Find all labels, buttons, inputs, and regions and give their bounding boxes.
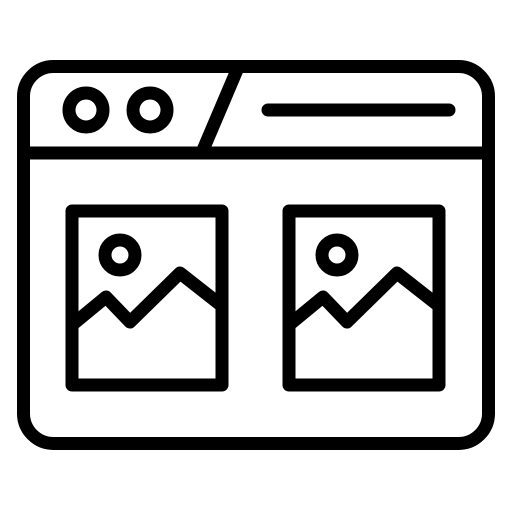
sun-icon-left bbox=[98, 233, 142, 277]
window-control-dot-1 bbox=[62, 86, 110, 134]
sun-icon-right bbox=[315, 233, 359, 277]
window-control-dot-2 bbox=[126, 86, 174, 134]
icon-canvas bbox=[0, 0, 512, 512]
image-placeholder-right bbox=[282, 204, 446, 392]
browser-window-image-gallery-icon bbox=[17, 60, 495, 450]
tab-slant-edge bbox=[196, 63, 244, 157]
image-placeholder-left bbox=[65, 204, 229, 392]
mountain-icon-right bbox=[282, 266, 446, 332]
mountain-icon-left bbox=[65, 266, 229, 332]
